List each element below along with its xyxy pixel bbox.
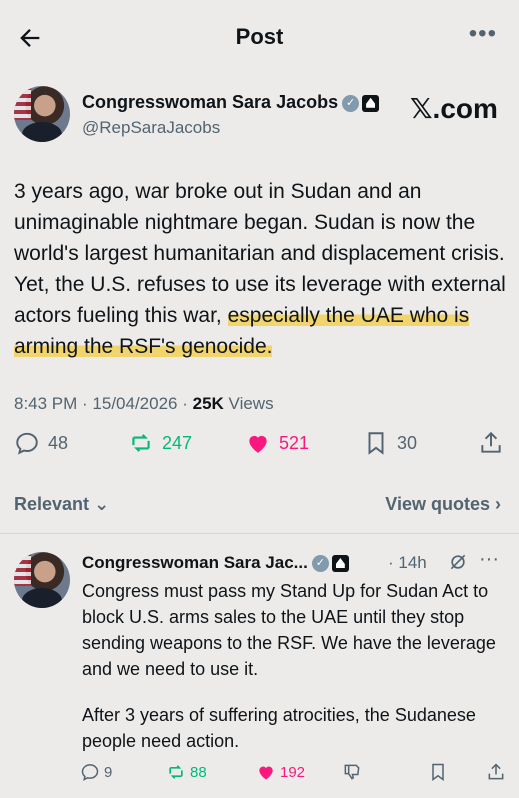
reply-button[interactable]: 48 [14, 430, 68, 456]
reply-author-name[interactable]: Congresswoman Sara Jac... [82, 553, 308, 572]
like-count: 521 [279, 432, 310, 453]
views-count: 25K [192, 394, 224, 413]
repost-icon [132, 434, 150, 452]
page-title: Post [235, 24, 284, 49]
reply-reply-count: 9 [104, 763, 113, 781]
post-time[interactable]: 8:43 PM [14, 394, 77, 413]
share-icon [481, 431, 501, 453]
reply-dislike-button[interactable] [342, 762, 362, 782]
post-text: 3 years ago, war broke out in Sudan and … [14, 176, 509, 362]
chevron-down-icon: ⌄ [94, 494, 110, 514]
more-options-icon[interactable]: ••• [469, 22, 497, 46]
reply-author-row[interactable]: Congresswoman Sara Jac... ✓ [82, 553, 349, 573]
author-handle[interactable]: @RepSaraJacobs [82, 118, 220, 138]
reply-avatar[interactable] [14, 552, 70, 608]
heart-icon [249, 435, 267, 453]
post-date[interactable]: 15/04/2026 [92, 394, 177, 413]
government-label-icon [331, 555, 349, 573]
reply-bookmark-button[interactable] [428, 762, 448, 782]
post-meta: 8:43 PM · 15/04/2026 · 25K Views [14, 394, 274, 413]
repost-icon [169, 765, 183, 779]
reply-icon [16, 432, 38, 455]
reply-text: Congress must pass my Stand Up for Sudan… [82, 581, 496, 679]
repost-button[interactable]: 247 [128, 430, 192, 456]
sort-dropdown[interactable]: Relevant ⌄ [14, 494, 109, 515]
reply-repost-count: 88 [190, 763, 207, 781]
repost-count: 247 [162, 432, 193, 453]
thumbs-down-icon [344, 764, 360, 780]
reply-reply-button[interactable]: 9 [80, 762, 112, 782]
reply-like-count: 192 [280, 763, 306, 781]
bookmark-icon [368, 432, 384, 455]
reply-count: 48 [48, 432, 69, 453]
reply-time-value: 14h [398, 553, 427, 572]
verified-badge-icon: ✓ [342, 94, 360, 112]
grok-icon[interactable] [448, 552, 468, 572]
sort-label: Relevant [14, 494, 90, 514]
share-button[interactable] [478, 430, 504, 456]
share-icon [488, 763, 504, 780]
reply-text-second-paragraph: After 3 years of suffering atrocities, t… [82, 705, 476, 751]
chevron-right-icon: › [495, 494, 501, 514]
reply-like-button[interactable]: 192 [256, 762, 305, 782]
divider [0, 533, 519, 534]
bookmark-icon [432, 763, 444, 781]
heart-icon [259, 766, 273, 780]
like-button[interactable]: 521 [245, 430, 309, 456]
reply-share-button[interactable] [486, 762, 506, 782]
action-bar: 48 247 521 30 [0, 430, 519, 470]
verified-badge-icon: ✓ [311, 555, 329, 573]
reply-icon [81, 764, 99, 781]
reply-repost-button[interactable]: 88 [166, 762, 207, 782]
bookmark-button[interactable]: 30 [363, 430, 417, 456]
avatar[interactable] [14, 86, 70, 142]
top-bar: Post ••• [0, 0, 519, 76]
bookmark-count: 30 [397, 432, 418, 453]
reply-time[interactable]: · 14h [388, 553, 427, 573]
view-quotes-link[interactable]: View quotes › [385, 494, 501, 515]
author-name-row[interactable]: Congresswoman Sara Jacobs ✓ [82, 92, 380, 113]
watermark: 𝕏.com [410, 93, 498, 124]
reply-more-icon[interactable]: ··· [479, 549, 499, 569]
author-name[interactable]: Congresswoman Sara Jacobs [82, 92, 338, 112]
reply-action-bar: 9 88 192 [0, 762, 519, 788]
view-quotes-label: View quotes [385, 494, 490, 514]
views-label: Views [228, 394, 274, 413]
government-label-icon [362, 94, 380, 112]
